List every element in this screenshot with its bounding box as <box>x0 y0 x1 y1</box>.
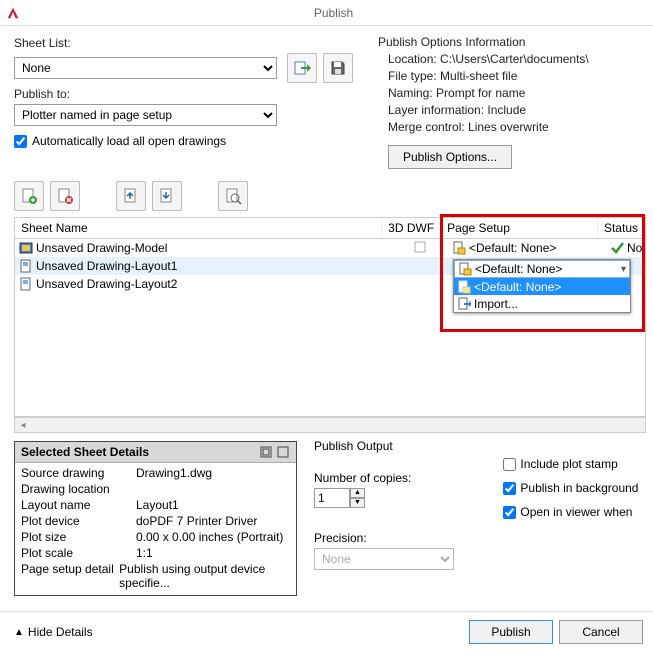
panel-close-icon[interactable] <box>276 445 290 459</box>
page-setup-dropdown-selected[interactable]: <Default: None> ▾ <box>454 260 630 278</box>
background-checkbox[interactable] <box>503 482 516 495</box>
sheet-down-icon <box>158 187 176 205</box>
options-info-heading: Publish Options Information <box>378 35 645 49</box>
publish-to-select[interactable]: Plotter named in page setup <box>14 104 277 126</box>
header-3d-dwf[interactable]: 3D DWF <box>382 219 441 237</box>
viewer-checkbox[interactable] <box>503 506 516 519</box>
publish-options-button[interactable]: Publish Options... <box>388 145 512 169</box>
status-ok-icon <box>610 241 624 255</box>
header-sheet-name[interactable]: Sheet Name <box>15 219 382 237</box>
page-setup-dropdown[interactable]: <Default: None> ▾ <Default: None> Import… <box>453 259 631 313</box>
preview-icon <box>224 187 242 205</box>
auto-load-label: Automatically load all open drawings <box>32 134 226 148</box>
sheet-add-icon <box>20 187 38 205</box>
precision-select: None <box>314 548 454 570</box>
panel-undock-icon[interactable] <box>259 445 273 459</box>
details-heading: Selected Sheet Details <box>21 445 149 459</box>
spin-up[interactable]: ▲ <box>350 488 365 498</box>
copies-label: Number of copies: <box>314 471 411 485</box>
sheet-list-select[interactable]: None <box>14 57 277 79</box>
precision-label: Precision: <box>314 531 647 545</box>
sheet-table-body[interactable]: Unsaved Drawing-Model <Default: None> No… <box>14 239 646 417</box>
window-title: Publish <box>20 6 647 20</box>
selected-sheet-details-panel: Selected Sheet Details Source drawingDra… <box>14 441 297 596</box>
chevron-down-icon: ▾ <box>621 264 626 275</box>
info-filetype: File type: Multi-sheet file <box>388 69 645 83</box>
horizontal-scrollbar[interactable]: ◂ <box>14 417 646 433</box>
header-status[interactable]: Status <box>598 219 645 237</box>
layout-sheet-icon <box>19 277 33 291</box>
add-sheets-button[interactable] <box>14 181 44 211</box>
spin-down[interactable]: ▼ <box>350 498 365 508</box>
dropdown-item[interactable]: Import... <box>454 295 630 312</box>
auto-load-checkbox[interactable] <box>14 135 27 148</box>
info-merge: Merge control: Lines overwrite <box>388 120 645 134</box>
page-setup-icon <box>457 280 471 294</box>
triangle-up-icon: ▲ <box>14 627 24 638</box>
info-location: Location: C:\Users\Carter\documents\ <box>388 52 645 66</box>
info-layer: Layer information: Include <box>388 103 645 117</box>
autocad-app-icon <box>6 6 20 20</box>
sheet-import-icon <box>293 59 311 77</box>
import-list-button[interactable] <box>287 53 317 83</box>
model-sheet-icon <box>19 241 33 255</box>
move-up-button[interactable] <box>116 181 146 211</box>
dwf-checkbox[interactable] <box>414 241 426 253</box>
remove-sheets-button[interactable] <box>50 181 80 211</box>
publish-button[interactable]: Publish <box>469 620 553 644</box>
info-naming: Naming: Prompt for name <box>388 86 645 100</box>
dropdown-item[interactable]: <Default: None> <box>454 278 630 295</box>
move-down-button[interactable] <box>152 181 182 211</box>
header-page-setup[interactable]: Page Setup <box>441 219 598 237</box>
page-setup-icon <box>452 241 466 255</box>
titlebar: Publish <box>0 0 653 26</box>
sheet-list-label: Sheet List: <box>14 36 370 50</box>
plot-stamp-checkbox[interactable] <box>503 458 516 471</box>
save-list-button[interactable] <box>323 53 353 83</box>
publish-to-label: Publish to: <box>14 87 370 101</box>
hide-details-toggle[interactable]: ▲ Hide Details <box>14 625 93 639</box>
copies-input[interactable] <box>314 488 350 508</box>
preview-button[interactable] <box>218 181 248 211</box>
table-row[interactable]: Unsaved Drawing-Model <Default: None> No <box>15 239 645 257</box>
sheet-remove-icon <box>56 187 74 205</box>
save-icon <box>329 59 347 77</box>
scroll-left-icon[interactable]: ◂ <box>15 420 31 431</box>
cancel-button[interactable]: Cancel <box>559 620 643 644</box>
layout-sheet-icon <box>19 259 33 273</box>
sheet-table-header: Sheet Name 3D DWF Page Setup Status <box>14 217 646 239</box>
import-page-setup-icon <box>457 297 471 311</box>
publish-output-heading: Publish Output <box>314 439 647 453</box>
sheet-up-icon <box>122 187 140 205</box>
page-setup-icon <box>458 262 472 276</box>
